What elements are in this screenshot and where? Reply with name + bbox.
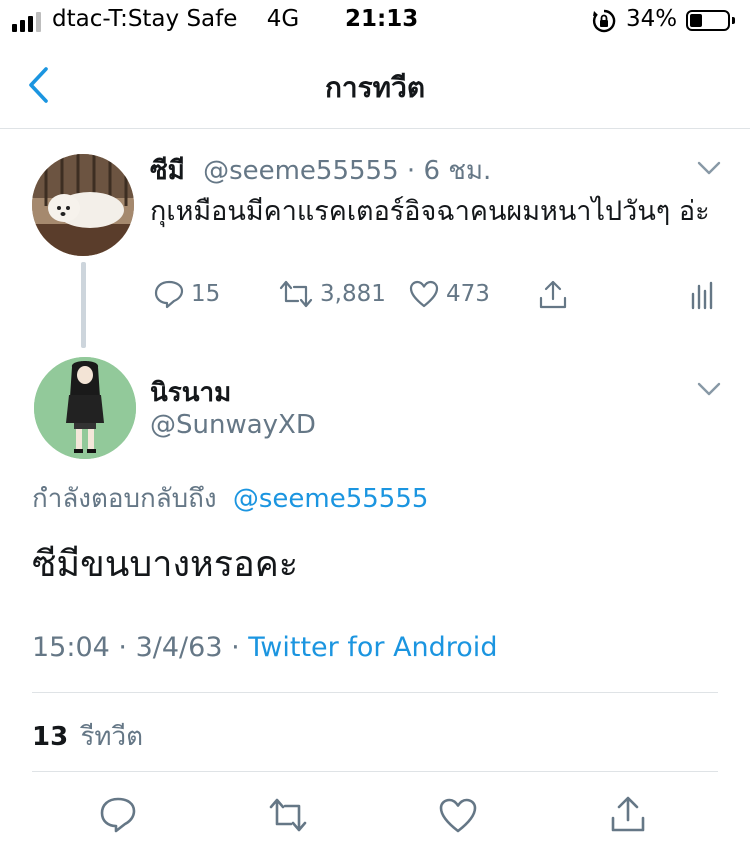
carrier-name: dtac-T:Stay Safe — [52, 6, 238, 32]
rotation-lock-icon — [592, 9, 616, 33]
tweet-source-link[interactable]: Twitter for Android — [248, 632, 497, 663]
heart-icon[interactable] — [438, 796, 478, 836]
retweet-stats-label: รีทวีต — [80, 722, 144, 752]
retweet-icon — [279, 280, 313, 308]
page-title: การทวีต — [324, 71, 426, 104]
tweet-time: 15:04 — [32, 632, 110, 663]
parent-author-name[interactable]: ซีมี — [150, 156, 185, 186]
signal-strength-icon — [12, 12, 41, 32]
like-button[interactable]: 473 — [408, 279, 490, 309]
retweet-count: 3,881 — [320, 281, 386, 307]
avatar[interactable] — [32, 154, 134, 256]
reply-icon[interactable] — [98, 795, 138, 835]
share-icon[interactable] — [537, 279, 569, 311]
header-divider — [0, 128, 750, 129]
reply-author-name[interactable]: นิรนาม — [150, 372, 231, 413]
replying-label: กำลังตอบกลับถึง — [32, 484, 217, 514]
status-carrier: dtac-T:Stay Safe 4G — [52, 6, 299, 32]
reply-button[interactable]: 15 — [153, 279, 220, 309]
avatar[interactable] — [34, 357, 136, 459]
battery-icon — [686, 10, 735, 31]
retweet-button[interactable]: 3,881 — [278, 279, 386, 309]
tweet-date: 3/4/63 — [135, 632, 223, 663]
reply-tweet-text: ซีมีขนบางหรอคะ — [32, 544, 299, 585]
separator-dot: · — [231, 632, 240, 663]
parent-tweet-time: 6 ชม. — [423, 156, 492, 186]
parent-tweet-text: กุเหมือนมีคาแรคเตอร์อิจฉาคนผมหนาไปวันๆ อ… — [150, 196, 710, 227]
separator-dot: · — [118, 632, 127, 663]
chevron-down-icon[interactable] — [696, 381, 722, 397]
network-type: 4G — [266, 6, 300, 32]
divider — [32, 692, 718, 693]
reply-author-handle[interactable]: @SunwayXD — [150, 410, 316, 440]
tweet-meta: 15:04 · 3/4/63 · Twitter for Android — [32, 632, 497, 663]
divider — [32, 771, 718, 772]
battery-percent: 34% — [626, 6, 678, 32]
parent-tweet-header: ซีมี @seeme55555 · 6 ชม. — [150, 150, 491, 191]
like-count: 473 — [446, 281, 490, 307]
status-time: 21:13 — [345, 6, 419, 32]
replying-to: กำลังตอบกลับถึง @seeme55555 — [32, 478, 428, 519]
reply-icon — [154, 280, 184, 309]
parent-author-handle[interactable]: @seeme55555 — [203, 156, 399, 186]
analytics-icon[interactable] — [689, 281, 715, 311]
reply-count: 15 — [191, 281, 221, 307]
chevron-down-icon[interactable] — [696, 160, 722, 176]
retweet-stats[interactable]: 13 รีทวีต — [32, 716, 143, 757]
retweet-icon[interactable] — [268, 795, 308, 835]
share-icon[interactable] — [608, 794, 648, 834]
separator-dot: · — [406, 156, 416, 186]
retweet-total: 13 — [32, 722, 69, 752]
thread-line — [81, 262, 86, 348]
heart-icon — [409, 280, 439, 308]
replying-to-handle[interactable]: @seeme55555 — [233, 484, 429, 514]
